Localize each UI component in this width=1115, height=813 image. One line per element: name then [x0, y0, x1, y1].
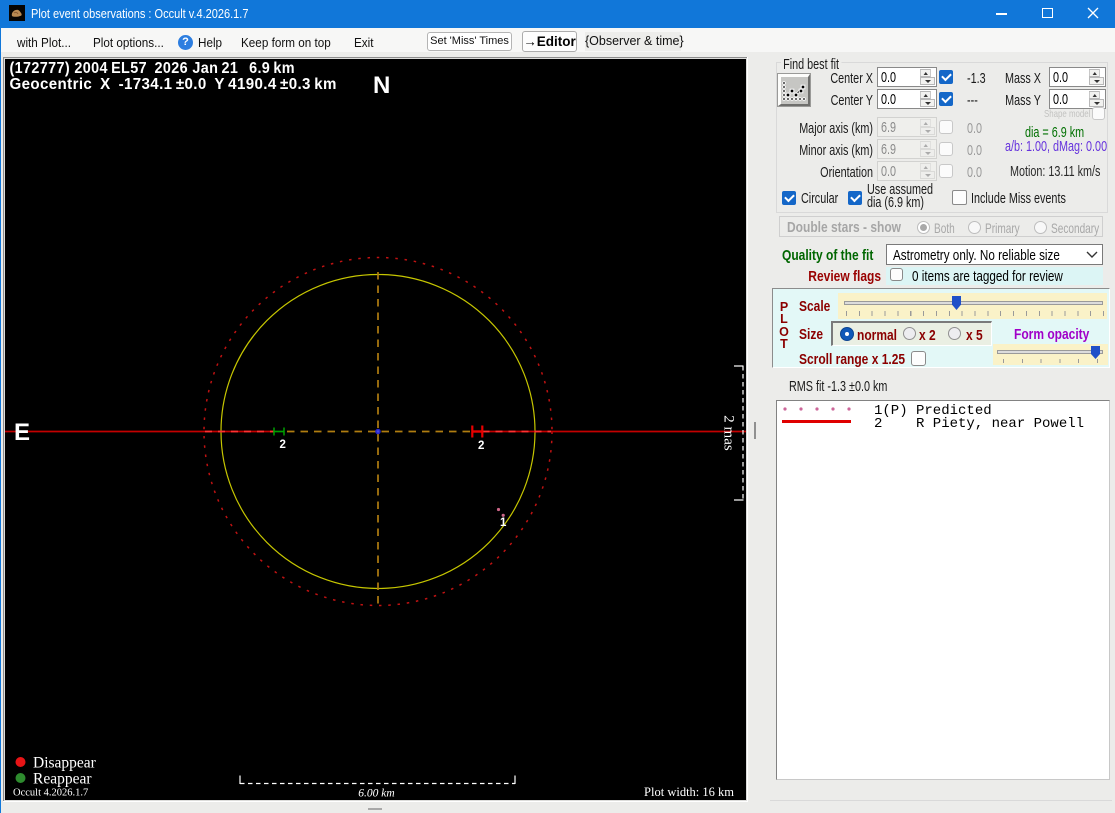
svg-text:6.00 km: 6.00 km [358, 788, 394, 800]
svg-text:2 R Piety, near Powell: 2 R Piety, near Powell [874, 416, 1084, 432]
svg-text:Disappear: Disappear [33, 755, 97, 772]
svg-text:(172777) 2004 EL57 2026 Jan 2: (172777) 2004 EL57 2026 Jan 21 6.9 km [10, 59, 295, 77]
svg-text:E: E [14, 419, 30, 446]
svg-text:2: 2 [280, 439, 286, 451]
svg-text:Plot width: 16 km: Plot width: 16 km [644, 785, 734, 799]
svg-text:1: 1 [500, 517, 507, 529]
svg-text:N: N [373, 72, 390, 99]
svg-text:Geocentric X -1734.1 ±0.0 Y: Geocentric X -1734.1 ±0.0 Y 4190.4 ±0.3 … [10, 76, 337, 93]
svg-text:Occult 4.2026.1.7: Occult 4.2026.1.7 [13, 788, 88, 799]
svg-text:Reappear: Reappear [33, 771, 92, 788]
svg-text:2: 2 [478, 440, 484, 452]
svg-text:2 mas: 2 mas [721, 415, 737, 451]
